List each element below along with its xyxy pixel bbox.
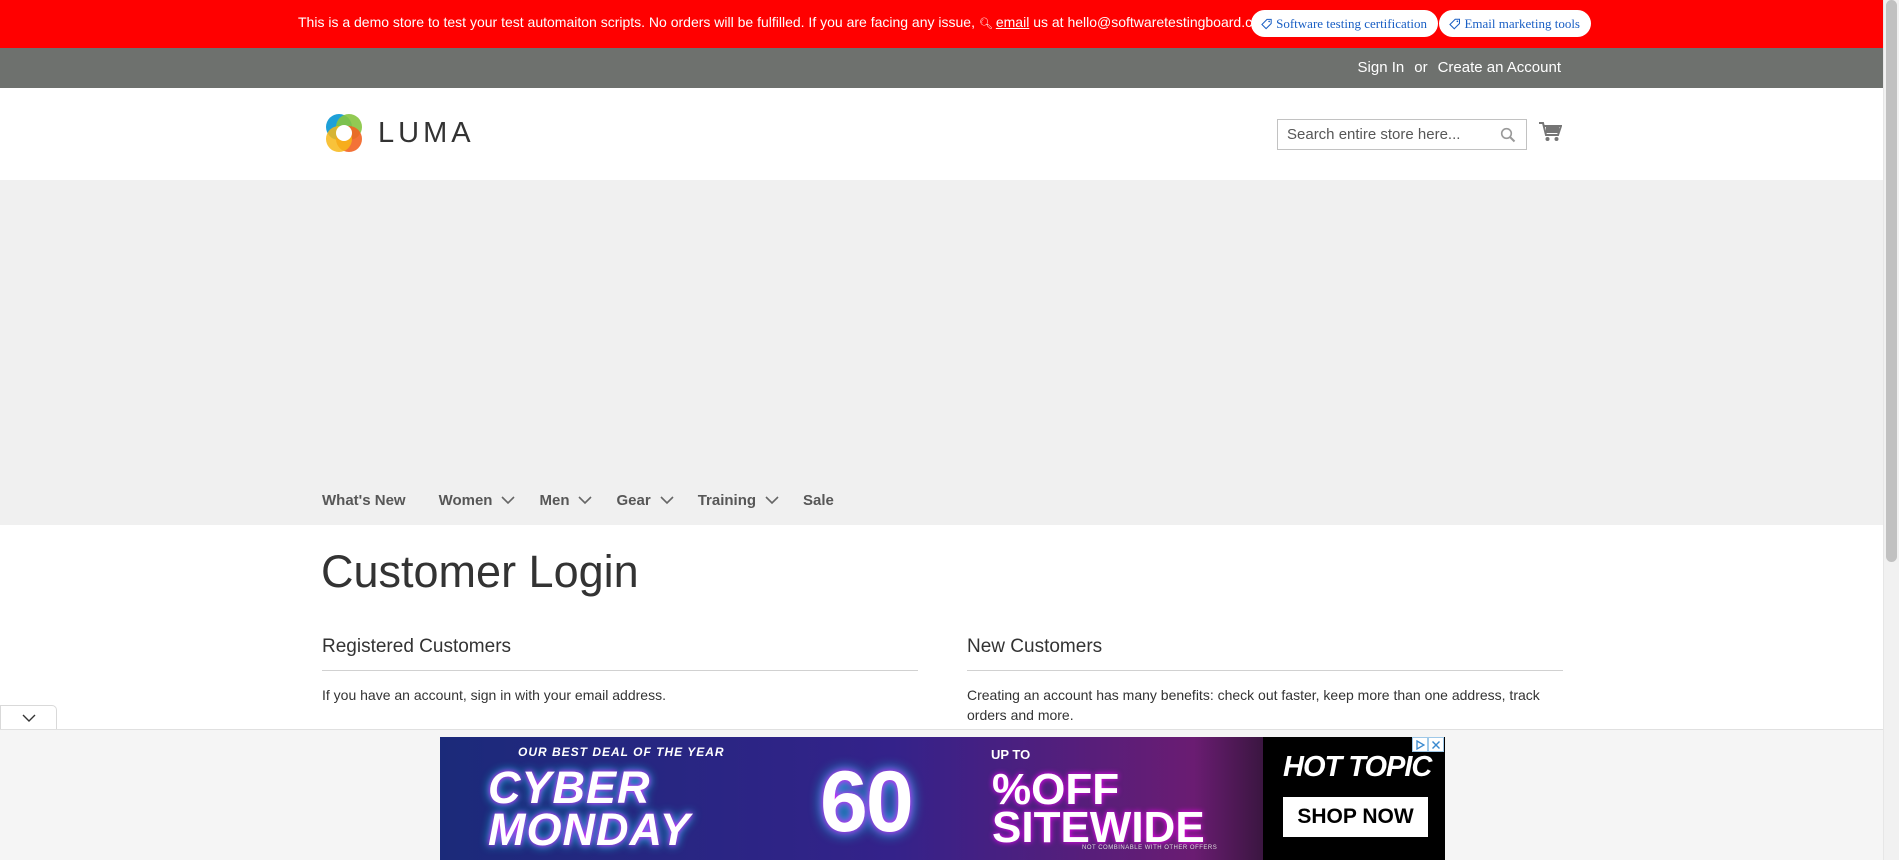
- key-icon: 🔍︎: [978, 18, 993, 30]
- scrollbar-thumb[interactable]: [1886, 0, 1897, 562]
- luma-logo-icon: [326, 114, 362, 152]
- page-scrollbar[interactable]: [1883, 0, 1899, 860]
- nav-item-gear[interactable]: Gear: [616, 492, 674, 509]
- email-marketing-tools-link[interactable]: Email marketing tools: [1439, 10, 1591, 37]
- ad-choices-icon[interactable]: [1412, 737, 1428, 752]
- ad-discount-number: 60: [820, 754, 914, 850]
- ad-close-icon[interactable]: [1428, 737, 1444, 752]
- logo-text: LUMA: [378, 116, 475, 149]
- chevron-down-icon: [22, 714, 36, 722]
- demo-notice-bar: This is a demo store to test your test a…: [0, 0, 1883, 48]
- nav-item-whats-new[interactable]: What's New: [322, 492, 406, 509]
- ad-controls: [1412, 737, 1444, 752]
- ad-headline-line2: MONDAY: [488, 804, 691, 855]
- luma-logo[interactable]: LUMA: [322, 111, 475, 155]
- nav-item-label: Women: [438, 492, 493, 509]
- search-input[interactable]: [1278, 120, 1492, 149]
- page-title: Customer Login: [321, 546, 639, 597]
- ad-brand: HOT TOPIC: [1283, 751, 1432, 783]
- new-customers-text: Creating an account has many benefits: c…: [967, 687, 1540, 723]
- tag-icon: [1261, 18, 1272, 29]
- ad-collapse-toggle[interactable]: [0, 705, 57, 730]
- chevron-down-icon: [765, 496, 779, 505]
- demo-notice-text: This is a demo store to test your test a…: [298, 14, 1275, 30]
- ad-offer-line2: SITEWIDE: [992, 803, 1205, 852]
- registered-customers-text: If you have an account, sign in with you…: [322, 687, 666, 703]
- chevron-down-icon: [501, 496, 516, 505]
- nav-item-label: Training: [697, 492, 757, 509]
- notice-text-after: us at hello@softwaretestingboard.com.: [1033, 14, 1276, 30]
- nav-item-label: Men: [539, 492, 570, 509]
- new-customers-block: New Customers Creating an account has ma…: [967, 636, 1563, 725]
- notice-text-before: This is a demo store to test your test a…: [298, 14, 975, 30]
- ad-brand-panel: HOT TOPIC SHOP NOW: [1263, 737, 1445, 860]
- ad-dock: OUR BEST DEAL OF THE YEAR CYBER MONDAY 6…: [0, 729, 1883, 860]
- page: This is a demo store to test your test a…: [0, 0, 1883, 860]
- nav-item-women[interactable]: Women: [439, 492, 516, 509]
- search-box: [1277, 119, 1527, 150]
- software-testing-certification-link[interactable]: Software testing certification: [1251, 10, 1438, 37]
- nav-item-label: Sale: [803, 492, 834, 509]
- ad-banner[interactable]: OUR BEST DEAL OF THE YEAR CYBER MONDAY 6…: [440, 737, 1445, 860]
- ad-fine-print: NOT COMBINABLE WITH OTHER OFFERS: [1082, 845, 1218, 851]
- chevron-down-icon: [660, 496, 674, 505]
- tag-icon: [1449, 18, 1461, 30]
- site-header: LUMA: [0, 88, 1883, 180]
- registered-customers-heading: Registered Customers: [322, 636, 918, 671]
- nav-item-label: What's New: [322, 492, 406, 509]
- ad-offer: %OFF SITEWIDE: [992, 768, 1205, 852]
- nav-item-training[interactable]: Training: [698, 492, 779, 509]
- ad-promo-small: OUR BEST DEAL OF THE YEAR: [518, 745, 725, 759]
- registered-customers-block: Registered Customers If you have an acco…: [322, 636, 918, 705]
- main-navigation: What's New Women Men Gear Training Sale: [322, 492, 867, 509]
- nav-item-sale[interactable]: Sale: [803, 492, 834, 509]
- new-customers-heading: New Customers: [967, 636, 1563, 671]
- ad-headline-line1: CYBER: [488, 762, 651, 813]
- notice-email-link[interactable]: email: [996, 14, 1029, 30]
- ad-headline: CYBER MONDAY: [488, 762, 691, 855]
- cart-icon[interactable]: [1538, 121, 1562, 143]
- pill-label: Email marketing tools: [1464, 15, 1580, 31]
- search-icon[interactable]: [1500, 127, 1516, 143]
- chevron-down-icon: [578, 496, 593, 505]
- sign-in-link[interactable]: Sign In: [1358, 59, 1405, 76]
- nav-item-men[interactable]: Men: [539, 492, 593, 509]
- account-links: Sign In or Create an Account: [1358, 59, 1561, 76]
- account-bar: Sign In or Create an Account: [0, 48, 1883, 88]
- create-account-link[interactable]: Create an Account: [1438, 59, 1561, 76]
- account-separator: or: [1414, 59, 1428, 76]
- banner-area: What's New Women Men Gear Training Sale: [0, 180, 1883, 525]
- nav-item-label: Gear: [616, 492, 651, 509]
- ad-up-to: UP TO: [991, 747, 1031, 762]
- pill-label: Software testing certification: [1276, 15, 1427, 31]
- ad-shop-now-button[interactable]: SHOP NOW: [1283, 797, 1428, 837]
